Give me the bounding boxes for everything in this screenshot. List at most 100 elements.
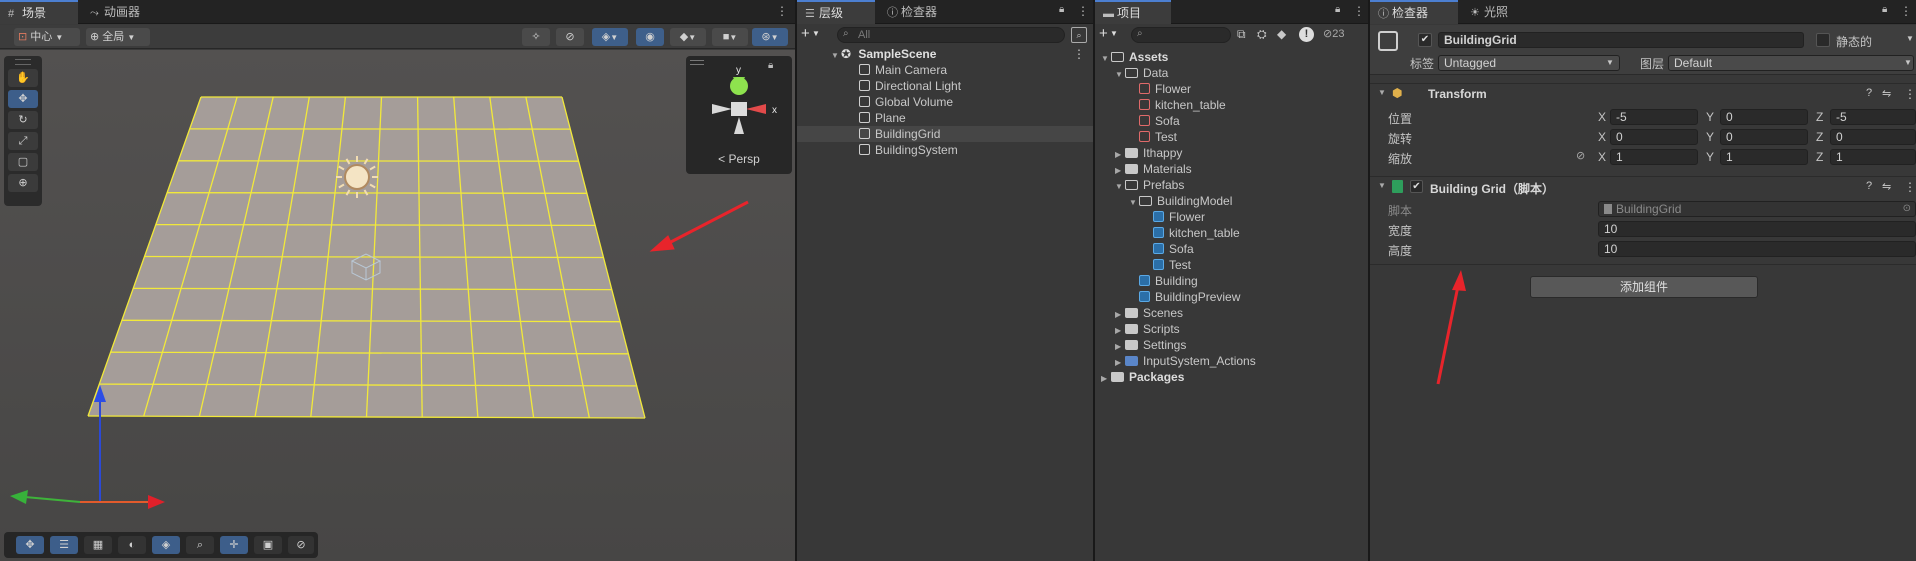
- space-mode-dropdown[interactable]: ⊕ 全局 ▼: [86, 28, 150, 46]
- tab-hierarchy[interactable]: ☰ 层级: [797, 0, 875, 24]
- project-item[interactable]: Flower: [1095, 81, 1368, 97]
- tab-inspector-secondary[interactable]: ⓘ 检查器: [879, 0, 965, 24]
- project-item[interactable]: ▶ Ithappy: [1095, 145, 1368, 161]
- hierarchy-item[interactable]: Plane: [797, 110, 1093, 126]
- project-item[interactable]: kitchen_table: [1095, 97, 1368, 113]
- more-menu-icon[interactable]: ⋮: [1904, 87, 1916, 101]
- position-y-field[interactable]: 0: [1720, 109, 1808, 125]
- rect-tool-button[interactable]: ▢: [8, 153, 38, 171]
- compass-tool-button[interactable]: ⊘: [288, 536, 314, 554]
- shading-tool-button[interactable]: ◐: [118, 536, 146, 554]
- hierarchy-search[interactable]: ⌕ All: [837, 27, 1065, 43]
- scale-x-field[interactable]: 1: [1610, 149, 1698, 165]
- add-component-button[interactable]: 添加组件: [1530, 276, 1758, 298]
- project-item[interactable]: Sofa: [1095, 241, 1368, 257]
- lock-icon[interactable]: 🔒︎: [1059, 4, 1064, 15]
- project-item[interactable]: kitchen_table: [1095, 225, 1368, 241]
- search-input[interactable]: All: [858, 28, 870, 42]
- create-button[interactable]: + ▼: [1099, 26, 1129, 42]
- grid-tool-button[interactable]: ▦: [84, 536, 112, 554]
- chevron-down-icon[interactable]: ▼: [1906, 34, 1914, 43]
- snap-toggle-button[interactable]: ⊘: [556, 28, 584, 46]
- search-mode-icon[interactable]: ⌕: [1071, 27, 1087, 43]
- hierarchy-item[interactable]: BuildingSystem: [797, 142, 1093, 158]
- project-item[interactable]: ▶ InputSystem_Actions: [1095, 353, 1368, 369]
- preset-icon[interactable]: ⇋: [1882, 87, 1891, 100]
- layers-tool-button[interactable]: ◈: [152, 536, 180, 554]
- scene-row[interactable]: ▼ ✪ SampleScene ⋮: [797, 46, 1093, 62]
- layer-dropdown[interactable]: Default: [1668, 55, 1914, 71]
- persp-label[interactable]: < Persp: [686, 152, 792, 166]
- scale-z-field[interactable]: 1: [1830, 149, 1916, 165]
- warning-icon[interactable]: !: [1299, 27, 1314, 42]
- tab-scene[interactable]: # 场景: [0, 0, 78, 24]
- hand-tool-button[interactable]: ✋: [8, 69, 38, 87]
- project-item[interactable]: ▼ BuildingModel: [1095, 193, 1368, 209]
- tab-lighting[interactable]: ☀ 光照: [1462, 0, 1538, 24]
- more-menu-icon[interactable]: ⋮: [1904, 180, 1916, 194]
- transform-tool-button[interactable]: ⊕: [8, 174, 38, 192]
- visibility-toggle-button[interactable]: ◉: [636, 28, 664, 46]
- project-item[interactable]: Building: [1095, 273, 1368, 289]
- more-menu-icon[interactable]: ⋮: [1900, 4, 1912, 18]
- expand-arrow-icon[interactable]: ▶: [1101, 371, 1111, 387]
- hierarchy-item[interactable]: Main Camera: [797, 62, 1093, 78]
- active-checkbox[interactable]: ✔: [1418, 33, 1432, 47]
- width-field[interactable]: 10: [1598, 221, 1916, 237]
- label-icon[interactable]: ◆: [1277, 27, 1286, 41]
- more-menu-icon[interactable]: ⋮: [776, 4, 788, 18]
- project-item[interactable]: Test: [1095, 257, 1368, 273]
- project-item[interactable]: ▼ Assets: [1095, 49, 1368, 65]
- foldout-arrow-icon[interactable]: ▼: [1378, 88, 1386, 97]
- project-search[interactable]: ⌕: [1131, 27, 1231, 43]
- foldout-arrow-icon[interactable]: ▼: [1378, 181, 1386, 190]
- move-tool-button[interactable]: ✥: [8, 90, 38, 108]
- transform-header[interactable]: ▼ ⬢ Transform ? ⇋ ⋮: [1370, 83, 1916, 103]
- project-item[interactable]: Sofa: [1095, 113, 1368, 129]
- scale-tool-button[interactable]: ⤢: [8, 132, 38, 150]
- position-x-field[interactable]: -5: [1610, 109, 1698, 125]
- search-by-type-icon[interactable]: ⧉: [1237, 27, 1246, 42]
- script-field[interactable]: BuildingGrid ⊙: [1598, 201, 1916, 217]
- preset-icon[interactable]: ⇋: [1882, 180, 1891, 193]
- more-menu-icon[interactable]: ⋮: [1077, 4, 1089, 18]
- hierarchy-item[interactable]: Global Volume: [797, 94, 1093, 110]
- project-item[interactable]: BuildingPreview: [1095, 289, 1368, 305]
- constrain-proportions-icon[interactable]: ⊘: [1576, 149, 1585, 162]
- tab-animator[interactable]: ⤳ 动画器: [82, 0, 162, 24]
- building-grid-header[interactable]: ▼ ✔ Building Grid（脚本） ? ⇋ ⋮: [1370, 176, 1916, 196]
- lock-icon[interactable]: 🔒︎: [1882, 4, 1887, 15]
- height-field[interactable]: 10: [1598, 241, 1916, 257]
- more-menu-icon[interactable]: ⋮: [1353, 4, 1365, 18]
- position-z-field[interactable]: -5: [1830, 109, 1916, 125]
- camera-dropdown[interactable]: ■▼: [712, 28, 748, 46]
- tab-inspector[interactable]: ⓘ 检查器: [1370, 0, 1458, 24]
- rotate-tool-button[interactable]: ↻: [8, 111, 38, 129]
- view-tool-button[interactable]: ✥: [16, 536, 44, 554]
- rotation-x-field[interactable]: 0: [1610, 129, 1698, 145]
- create-button[interactable]: + ▼: [801, 26, 831, 42]
- tab-project[interactable]: ▬ 项目: [1095, 0, 1171, 24]
- hierarchy-item[interactable]: Directional Light: [797, 78, 1093, 94]
- project-item[interactable]: Test: [1095, 129, 1368, 145]
- search-tool-button[interactable]: ⌕: [186, 536, 214, 554]
- project-item[interactable]: ▶ Packages: [1095, 369, 1368, 385]
- project-item[interactable]: ▶ Materials: [1095, 161, 1368, 177]
- project-item[interactable]: ▼ Data: [1095, 65, 1368, 81]
- more-menu-icon[interactable]: ⋮: [1073, 46, 1085, 62]
- camera-tool-button[interactable]: ▣: [254, 536, 282, 554]
- scene-viewport[interactable]: ✋ ✥ ↻ ⤢ ▢ ⊕ 🔒︎ x y < Persp ✥ ☰ ▦ ◐ ◈ ⌕ ✛…: [0, 50, 795, 561]
- project-item[interactable]: ▶ Settings: [1095, 337, 1368, 353]
- rotation-z-field[interactable]: 0: [1830, 129, 1916, 145]
- project-item[interactable]: ▼ Prefabs: [1095, 177, 1368, 193]
- component-enabled-checkbox[interactable]: ✔: [1410, 180, 1423, 193]
- pivot-tool-button[interactable]: ✛: [220, 536, 248, 554]
- rotation-y-field[interactable]: 0: [1720, 129, 1808, 145]
- filter-icon[interactable]: ⛭: [1257, 27, 1267, 42]
- help-icon[interactable]: ?: [1866, 87, 1872, 99]
- pivot-mode-dropdown[interactable]: ⊡ 中心 ▼: [14, 28, 80, 46]
- object-name-field[interactable]: BuildingGrid: [1438, 32, 1804, 48]
- static-checkbox[interactable]: [1816, 33, 1830, 47]
- tag-dropdown[interactable]: Untagged: [1438, 55, 1620, 71]
- align-tool-button[interactable]: ☰: [50, 536, 78, 554]
